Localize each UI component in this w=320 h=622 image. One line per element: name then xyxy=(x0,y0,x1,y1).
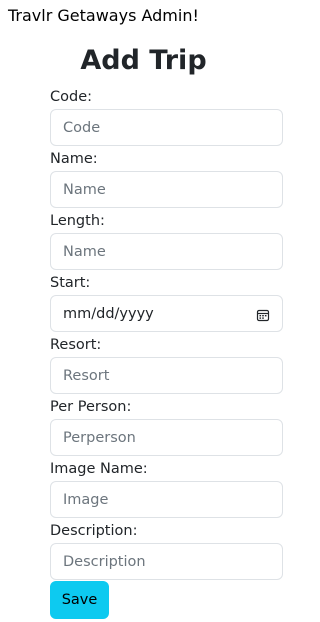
resort-label: Resort: xyxy=(50,337,102,353)
page: Travlr Getaways Admin! Add Trip Code: Na… xyxy=(0,0,287,622)
resort-input[interactable] xyxy=(50,357,283,394)
image-name-label: Image Name: xyxy=(50,461,148,477)
code-label: Code: xyxy=(50,89,93,105)
save-button[interactable]: Save xyxy=(50,581,109,619)
name-label: Name: xyxy=(50,151,98,167)
description-input[interactable] xyxy=(50,543,283,580)
start-label: Start: xyxy=(50,275,91,291)
per-person-input[interactable] xyxy=(50,419,283,456)
per-person-label: Per Person: xyxy=(50,399,132,415)
length-input[interactable] xyxy=(50,233,283,270)
start-date-value: mm/dd/yyyy xyxy=(63,305,154,322)
calendar-icon[interactable] xyxy=(256,307,270,321)
start-date-input[interactable]: mm/dd/yyyy xyxy=(50,295,283,332)
code-input[interactable] xyxy=(50,109,283,146)
length-label: Length: xyxy=(50,213,105,229)
page-heading: Add Trip xyxy=(80,45,207,76)
add-trip-form: Code: Name: Length: Start: mm/dd/yyyy Re xyxy=(50,87,283,583)
description-label: Description: xyxy=(50,523,138,539)
image-name-input[interactable] xyxy=(50,481,283,518)
app-title: Travlr Getaways Admin! xyxy=(8,6,199,25)
name-input[interactable] xyxy=(50,171,283,208)
